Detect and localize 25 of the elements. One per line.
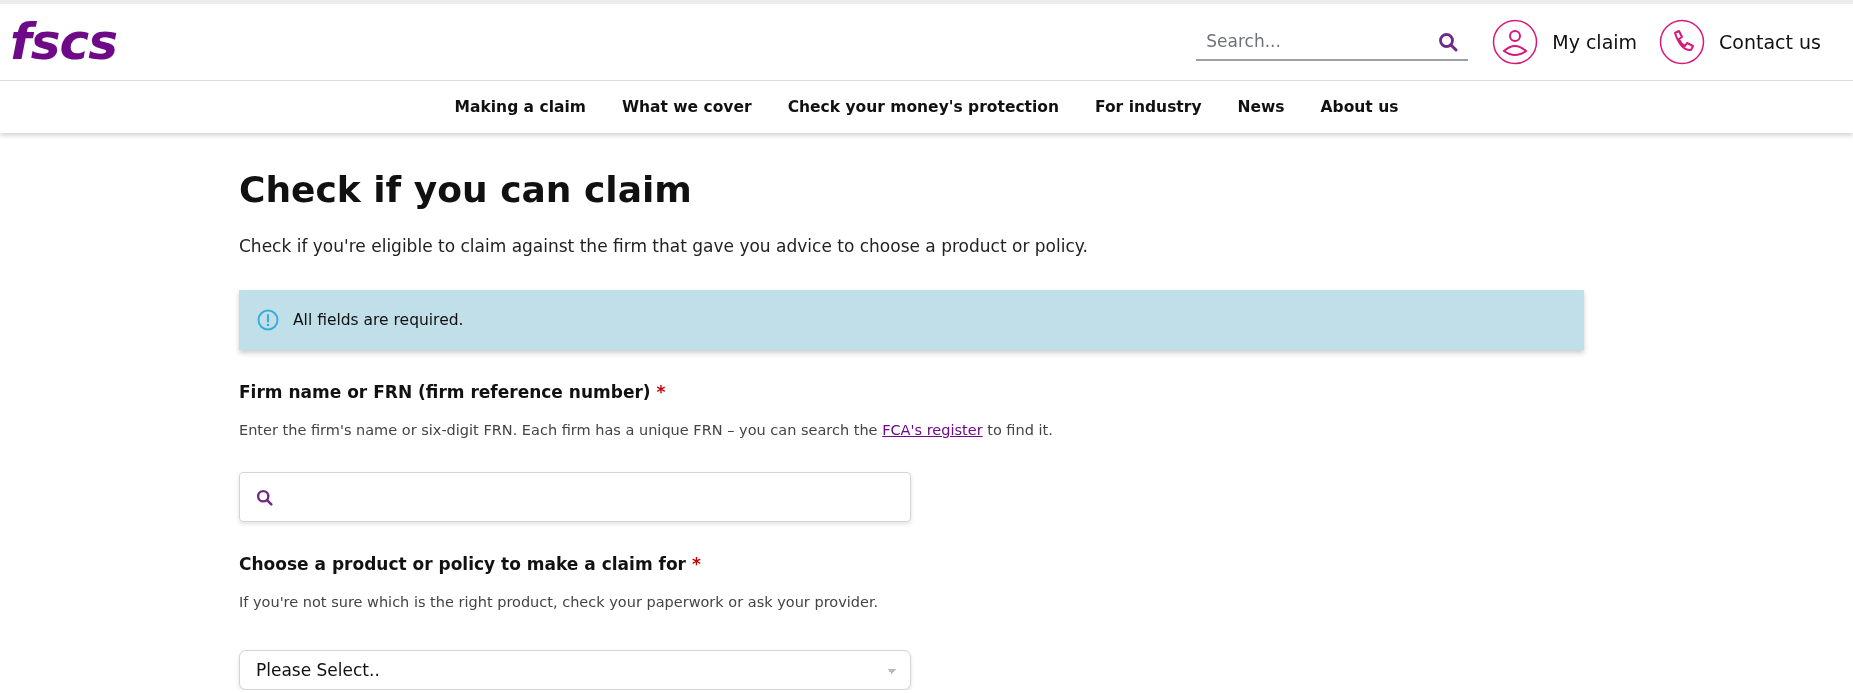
field-label: Firm name or FRN (firm reference number) * (239, 382, 667, 402)
header-link[interactable]: My claim (1492, 19, 1638, 65)
page-title: Check if you can claim (239, 169, 693, 210)
nav-link[interactable]: What we cover (621, 98, 752, 116)
product-select[interactable]: Please Select.. (239, 650, 911, 690)
search-field[interactable]: Search... (1196, 23, 1469, 61)
nav-link[interactable]: About us (1320, 98, 1399, 116)
nav-link[interactable]: For industry (1095, 98, 1202, 116)
field-hint: If you're not sure which is the right product, check your paperwork or ask your provider. (239, 594, 880, 610)
phone-icon (1659, 19, 1706, 65)
nav-link[interactable]: News (1237, 98, 1285, 116)
intro-text: Check if you're eligible to claim against the firm that gave you advice to choose a product or policy. (239, 236, 1089, 256)
firm-search-field[interactable] (239, 472, 911, 522)
logo[interactable]: fscs (10, 17, 117, 67)
field-label: Choose a product or policy to make a claim for * (239, 554, 702, 574)
alert-text: All fields are required. (293, 311, 464, 329)
header-link[interactable]: Contact us (1659, 19, 1821, 65)
nav-link[interactable]: Making a claim (454, 98, 586, 116)
search-icon (1438, 32, 1459, 52)
nav-link[interactable]: Check your money's protection (787, 98, 1059, 116)
search-icon (256, 488, 273, 506)
register-link[interactable]: FCA's register (882, 422, 983, 438)
info-icon (257, 309, 279, 331)
person-icon (1492, 19, 1539, 65)
field-hint: Enter the firm's name or six-digit FRN. Each firm has a unique FRN – you can search the FCA's register to find it. (239, 422, 1054, 438)
